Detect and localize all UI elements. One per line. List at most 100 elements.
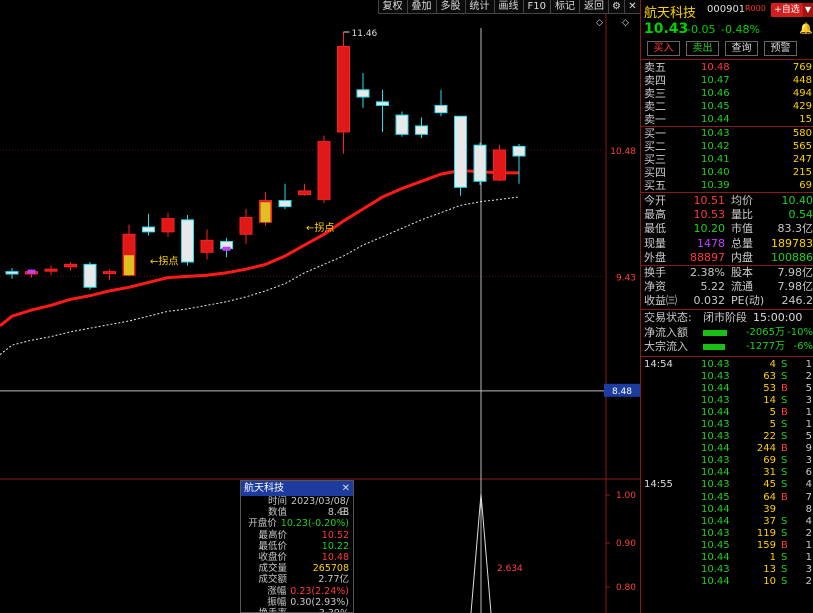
candle[interactable] <box>103 269 116 281</box>
candle[interactable] <box>64 261 77 271</box>
candle-body <box>103 271 116 275</box>
ask-row[interactable]: 卖二 10.45 429 <box>641 100 813 113</box>
bid-row[interactable]: 买五 10.39 69 <box>641 179 813 192</box>
tick-row: 10.43 22 S 5 <box>641 431 813 443</box>
popup-row-label: 开盘价 <box>248 518 277 530</box>
ask-row[interactable]: 卖三 10.46 494 <box>641 87 813 100</box>
ask-row[interactable]: 卖一 10.44 15 <box>641 113 813 126</box>
popup-row-value: 10.22 <box>321 540 349 552</box>
indicator-value-label: 2.634 <box>497 564 523 574</box>
alert-button[interactable]: 预警 <box>764 41 797 56</box>
candle[interactable] <box>473 142 487 185</box>
panel-toggle-icon[interactable]: ◇ <box>596 18 603 28</box>
candle[interactable] <box>200 229 214 260</box>
capital-flows: 净流入额 -2065万 -10% 大宗流入 -1277万 -6% <box>641 326 813 354</box>
candle[interactable] <box>161 212 175 237</box>
tick-price: 10.43 <box>701 455 730 467</box>
candle[interactable] <box>395 111 409 137</box>
candle[interactable] <box>5 268 19 279</box>
crosshair-price-label: 8.48 <box>612 387 632 397</box>
close-icon[interactable]: ✕ <box>624 0 640 14</box>
panel-expand-icon[interactable]: ◇ <box>622 18 629 28</box>
bell-icon[interactable]: 🔔 <box>799 22 813 35</box>
query-button[interactable]: 查询 <box>725 41 758 56</box>
ask-price: 10.47 <box>701 75 730 86</box>
price-axis-label: 9.43 <box>616 273 636 283</box>
stock-badge: R000 <box>745 4 766 13</box>
candle[interactable] <box>181 215 194 266</box>
tick-row: 14:55 10.43 45 S 4 <box>641 479 813 491</box>
toolbar-fuquan-button[interactable]: 复权 <box>377 0 407 14</box>
candle[interactable] <box>278 183 292 209</box>
bar-info-popup: 航天科技 ✕ 时间 2023/03/08/三 数值 8.48 开盘价 10.23(-0.2… <box>240 480 354 613</box>
popup-row-label: 涨幅 <box>267 585 287 597</box>
tick-side: B <box>781 491 788 503</box>
candle[interactable] <box>376 89 389 132</box>
candle[interactable] <box>142 213 155 236</box>
bid-label: 买一 <box>644 127 666 140</box>
bid-row[interactable]: 买二 10.42 565 <box>641 140 813 153</box>
popup-close-icon[interactable]: ✕ <box>342 481 350 496</box>
ask-row[interactable]: 卖四 10.47 448 <box>641 74 813 87</box>
stat-label: 均价 <box>731 194 753 207</box>
bid-row[interactable]: 买一 10.43 580 <box>641 127 813 140</box>
buy-button[interactable]: 买入 <box>647 41 680 56</box>
bid-row[interactable]: 买三 10.41 247 <box>641 153 813 166</box>
bid-row[interactable]: 买四 10.40 215 <box>641 166 813 179</box>
candle[interactable] <box>454 115 467 196</box>
indicator-axis-label: 0.80 <box>616 583 636 593</box>
toolbar-f10-button[interactable]: F10 <box>522 0 550 14</box>
tick-side: S <box>781 394 788 406</box>
candle[interactable] <box>317 135 331 203</box>
toolbar-draw-line-button[interactable]: 画线 <box>493 0 523 14</box>
tick-side: S <box>781 552 788 563</box>
flow-pct: -10% <box>787 326 813 338</box>
toolbar-multi-stock-button[interactable]: 多股 <box>435 0 465 14</box>
toolbar-mark-button[interactable]: 标记 <box>550 0 579 14</box>
toolbar-back-button[interactable]: 返回 <box>579 0 608 14</box>
flow-row: 大宗流入 -1277万 -6% <box>641 340 813 354</box>
ma-line-primary <box>0 168 519 327</box>
stat-row: 收益㈢ 0.032 PE(动) 246.2 <box>641 294 813 308</box>
candle[interactable] <box>493 145 506 182</box>
candle-body <box>317 141 331 200</box>
candle[interactable] <box>337 32 350 154</box>
tick-side: S <box>781 358 788 370</box>
tick-side: B <box>781 406 788 418</box>
candle[interactable] <box>239 209 253 244</box>
add-watchlist-button[interactable]: +自选 <box>771 3 803 17</box>
tick-row: 10.44 53 B 5 <box>641 383 813 395</box>
tick-list[interactable]: 14:54 10.43 4 S 1 10.43 63 S 2 10.44 53 B 5 10.43 14 S 3… <box>641 357 813 589</box>
candle[interactable] <box>83 261 97 290</box>
candle[interactable] <box>434 89 448 117</box>
indicator-axis-label: 0.90 <box>616 539 636 549</box>
toolbar-stats-button[interactable]: 统计 <box>464 0 494 14</box>
ask-volume: 769 <box>792 62 812 73</box>
candle[interactable] <box>298 183 311 196</box>
candle-body <box>415 125 428 135</box>
candle-body <box>239 216 253 235</box>
tick-row: 10.45 64 B 7 <box>641 492 813 504</box>
tick-volume: 13 <box>763 564 776 576</box>
ask-row[interactable]: 卖五 10.48 769 <box>641 61 813 74</box>
popup-row: 时间 2023/03/08/三 <box>241 496 353 518</box>
candle[interactable] <box>512 143 526 184</box>
tick-count: 1 <box>805 406 812 418</box>
candle[interactable] <box>44 265 58 276</box>
settings-icon[interactable]: ⚙ <box>608 0 624 14</box>
quote-stats-2: 换手 2.38% 股本 7.98亿 净资 5.22 流通 7.98亿 收益㈢ 0.032 PE(动)… <box>641 266 813 309</box>
tick-count: 3 <box>805 455 812 467</box>
toolbar-overlay-button[interactable]: 叠加 <box>406 0 436 14</box>
stat-row: 最高 10.53 量比 0.54 <box>641 208 813 222</box>
tick-volume: 5 <box>769 418 776 430</box>
sell-button[interactable]: 卖出 <box>686 41 719 56</box>
stat-row: 外盘 88897 内盘 100886 <box>641 251 813 265</box>
tick-price: 10.44 <box>701 552 730 563</box>
tick-row: 10.43 5 S 1 <box>641 419 813 431</box>
candle-body <box>512 145 526 157</box>
stat-value: 88897 <box>690 250 725 264</box>
candle[interactable] <box>356 72 370 108</box>
watchlist-dropdown-icon[interactable]: ▼ <box>803 3 813 17</box>
candle[interactable] <box>415 117 428 138</box>
tick-price: 10.43 <box>701 564 730 576</box>
